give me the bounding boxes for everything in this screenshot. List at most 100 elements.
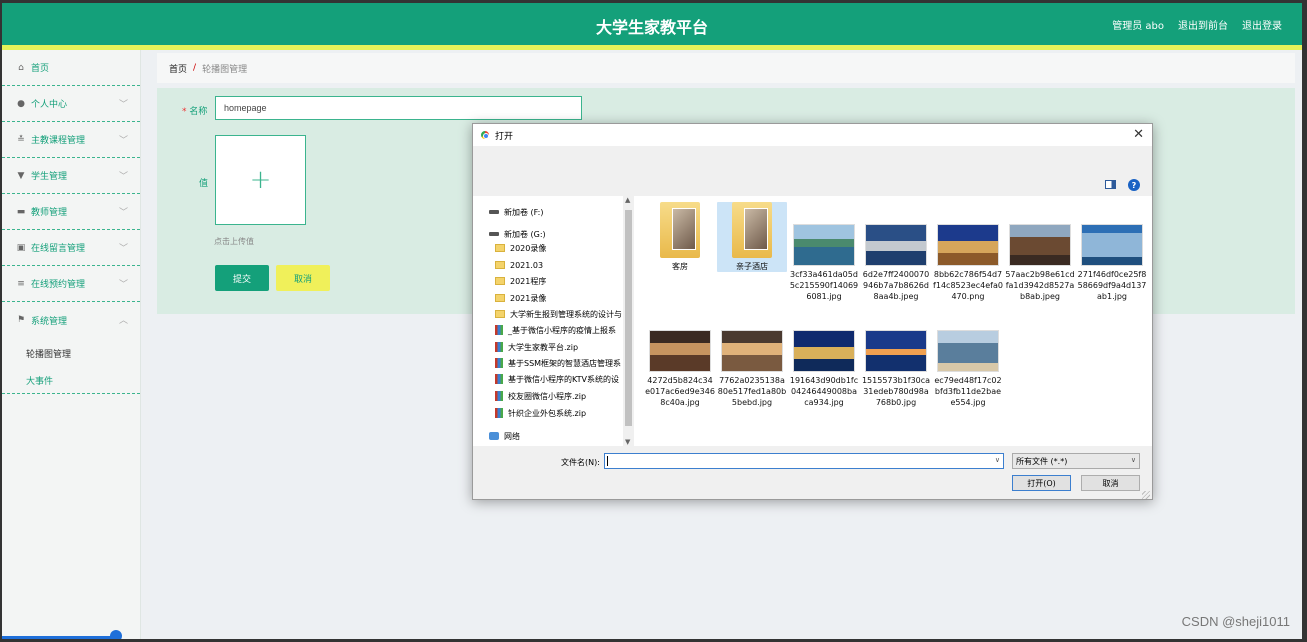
image-thumbnail: [1081, 224, 1143, 266]
nav-item[interactable]: 新加卷 (G:): [489, 227, 625, 241]
nav-item-label: 基于SSM框架的智慧酒店管理系: [508, 358, 622, 368]
breadcrumb-current: 轮播图管理: [202, 64, 248, 75]
nav-item[interactable]: 2020录像: [495, 241, 631, 255]
scrollbar-thumb[interactable]: [625, 210, 632, 426]
sidebar-item-appointments[interactable]: ≡ 在线预约管理 ﹀: [2, 266, 140, 302]
image-thumbnail: [721, 330, 783, 372]
image-file-item[interactable]: 1515573b1f30ca31edeb780d98a768b0.jpg: [861, 308, 931, 408]
required-mark: *: [182, 107, 187, 117]
nav-item[interactable]: 新加卷 (F:): [489, 205, 625, 219]
sidebar-item-system[interactable]: ⚑ 系统管理 ︿: [2, 302, 140, 338]
image-file-item[interactable]: 6d2e7ff2400070946b7a7b8626d8aa4b.jpeg: [861, 202, 931, 302]
archive-icon: [495, 342, 503, 352]
watermark: CSDN @sheji1011: [1181, 614, 1290, 629]
breadcrumb: 首页 / 轮播图管理: [157, 53, 1295, 83]
open-button[interactable]: 打开(O): [1012, 475, 1071, 491]
sidebar-item-home[interactable]: ⌂ 首页: [2, 50, 140, 86]
dialog-footer: 文件名(N): ∨ 所有文件 (*.*) ∨ 打开(O) 取消: [473, 446, 1152, 501]
nav-item-label: 大学新生报到管理系统的设计与: [510, 309, 622, 319]
scroll-up-icon[interactable]: ▲: [625, 196, 630, 204]
nav-scrollbar[interactable]: ▲ ▼: [623, 196, 634, 446]
image-thumbnail: [793, 224, 855, 266]
go-front-link[interactable]: 退出到前台: [1178, 17, 1228, 32]
nav-item-label: 2021程序: [510, 276, 547, 286]
file-name: 8bb62c786f54d7f14c8523ec4efa0470.png: [933, 270, 1003, 301]
nav-item[interactable]: 校友圈微信小程序.zip: [495, 389, 631, 403]
archive-icon: [495, 391, 503, 401]
image-file-item[interactable]: 57aac2b98e61cdfa1d3942d8527ab8ab.jpeg: [1005, 202, 1075, 302]
image-file-item[interactable]: 271f46df0ce25f858669df9a4d137ab1.jpg: [1077, 202, 1147, 302]
sidebar-item-courses[interactable]: ≛ 主教课程管理 ﹀: [2, 122, 140, 158]
scroll-down-icon[interactable]: ▼: [625, 438, 630, 446]
image-file-item[interactable]: ec79ed48f17c02bfd3fb11de2baee554.jpg: [933, 308, 1003, 408]
list-icon: ≡: [17, 278, 25, 289]
folder-icon: [732, 202, 772, 258]
logout-link[interactable]: 退出登录: [1242, 17, 1282, 32]
submit-button[interactable]: 提交: [215, 265, 269, 291]
archive-icon: [495, 374, 503, 384]
nav-item[interactable]: 针织企业外包系统.zip: [495, 406, 631, 420]
nav-item-label: _基于微信小程序的疫情上报系: [508, 325, 616, 335]
filename-input[interactable]: ∨: [604, 453, 1004, 469]
image-file-item[interactable]: 3cf33a461da05d5c215590f140696081.jpg: [789, 202, 859, 302]
nav-item-label: 针织企业外包系统.zip: [508, 408, 587, 418]
upload-button[interactable]: +: [215, 135, 306, 225]
image-thumbnail: [649, 330, 711, 372]
image-thumbnail: [1009, 224, 1071, 266]
scroll-indicator-dot[interactable]: [110, 630, 122, 639]
file-name: 客房: [672, 262, 688, 271]
folder-item[interactable]: 客房: [645, 202, 715, 272]
nav-item[interactable]: 大学生家教平台.zip: [495, 340, 631, 354]
name-input[interactable]: homepage: [215, 96, 582, 120]
file-name: 6d2e7ff2400070946b7a7b8626d8aa4b.jpeg: [862, 270, 930, 301]
nav-item[interactable]: 大学新生报到管理系统的设计与: [495, 307, 631, 321]
nav-item[interactable]: _基于微信小程序的疫情上报系: [495, 323, 631, 337]
close-icon[interactable]: ✕: [1133, 127, 1144, 142]
nav-item[interactable]: 网络: [489, 429, 625, 443]
nav-item[interactable]: 基于微信小程序的KTV系统的设: [495, 372, 631, 386]
nav-item[interactable]: 2021录像: [495, 291, 631, 305]
image-thumbnail: [937, 224, 999, 266]
image-file-item[interactable]: 4272d5b824c34e017ac6ed9e3468c40a.jpg: [645, 308, 715, 408]
dialog-toolbar: ?: [473, 174, 1152, 196]
nav-item-label: 新加卷 (F:): [504, 207, 544, 217]
sidebar-item-students[interactable]: ▼ 学生管理 ﹀: [2, 158, 140, 194]
image-file-item[interactable]: 8bb62c786f54d7f14c8523ec4efa0470.png: [933, 202, 1003, 302]
value-label: 值: [199, 179, 209, 189]
nav-item[interactable]: 2021.03: [495, 258, 631, 272]
name-label: * 名称: [182, 104, 207, 117]
preview-pane-icon[interactable]: [1105, 180, 1116, 189]
sidebar-subitem-events[interactable]: 大事件: [2, 368, 140, 394]
archive-icon: [495, 408, 503, 418]
sidebar-item-personal[interactable]: ● 个人中心 ﹀: [2, 86, 140, 122]
file-type-filter[interactable]: 所有文件 (*.*) ∨: [1012, 453, 1140, 469]
chevron-down-icon: ﹀: [118, 208, 128, 218]
image-file-item[interactable]: 191643d90db1fc04246449008baca934.jpg: [789, 308, 859, 408]
file-name: 57aac2b98e61cdfa1d3942d8527ab8ab.jpeg: [1005, 270, 1075, 301]
file-name: 1515573b1f30ca31edeb780d98a768b0.jpg: [861, 376, 931, 407]
help-icon[interactable]: ?: [1128, 179, 1140, 191]
sidebar-item-teachers[interactable]: ▬ 教师管理 ﹀: [2, 194, 140, 230]
nav-item-label: 基于微信小程序的KTV系统的设: [508, 374, 619, 384]
chevron-down-icon[interactable]: ∨: [995, 456, 1000, 464]
chevron-down-icon: ﹀: [118, 136, 128, 146]
breadcrumb-home[interactable]: 首页: [169, 62, 187, 75]
sliders-icon: ≛: [17, 134, 25, 145]
folder-icon: [495, 294, 505, 302]
image-thumbnail: [865, 330, 927, 372]
sidebar-item-label: 个人中心: [31, 100, 68, 110]
nav-item[interactable]: 基于SSM框架的智慧酒店管理系: [495, 356, 631, 370]
image-file-item[interactable]: 7762a0235138a80e517fed1a80b5bebd.jpg: [717, 308, 787, 408]
file-list-pane: 客房 亲子酒店 3cf33a461da05d5c215590f140696081.j…: [635, 196, 1152, 446]
resize-grip-icon[interactable]: [1142, 491, 1150, 499]
archive-icon: [495, 325, 503, 335]
file-name: 271f46df0ce25f858669df9a4d137ab1.jpg: [1077, 270, 1147, 301]
dialog-titlebar: 打开 ✕: [473, 124, 1152, 146]
dialog-cancel-button[interactable]: 取消: [1081, 475, 1140, 491]
sidebar-subitem-carousel[interactable]: 轮播图管理: [2, 338, 140, 368]
nav-item-label: 2021.03: [510, 260, 544, 270]
sidebar-item-messages[interactable]: ▣ 在线留言管理 ﹀: [2, 230, 140, 266]
folder-item[interactable]: 亲子酒店: [717, 202, 787, 272]
cancel-button[interactable]: 取消: [276, 265, 330, 291]
nav-item[interactable]: 2021程序: [495, 274, 631, 288]
